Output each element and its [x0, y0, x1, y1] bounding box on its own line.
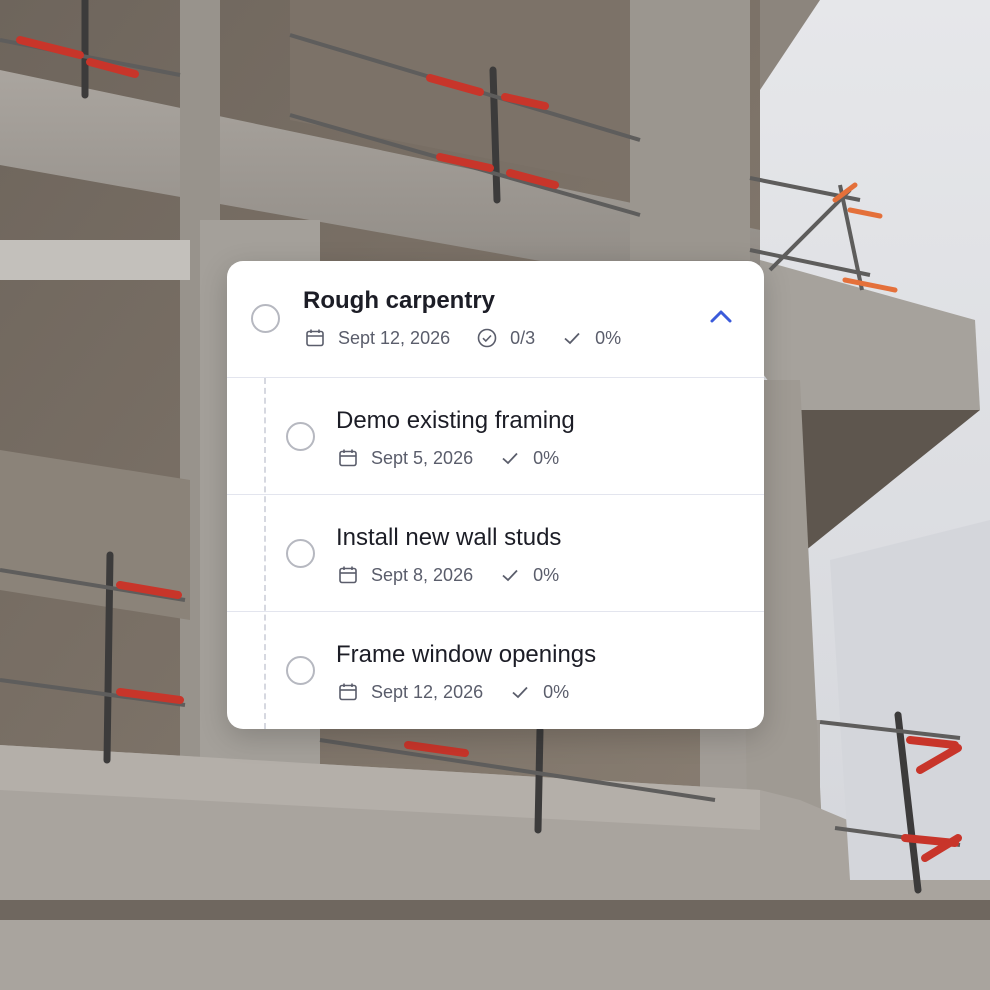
- calendar-icon: [337, 447, 359, 469]
- subtask-meta: Sept 8, 2026 0%: [337, 564, 585, 586]
- parent-task-date: Sept 12, 2026: [338, 327, 451, 348]
- calendar-icon: [304, 327, 326, 349]
- subtask-row[interactable]: Install new wall studs Sept 8, 2026 0%: [227, 495, 764, 612]
- subtask-title: Install new wall studs: [336, 524, 562, 551]
- subtask-date: Sept 8, 2026: [371, 564, 474, 585]
- parent-task-checkbox[interactable]: [251, 304, 280, 333]
- parent-task-progress: 0%: [595, 327, 622, 348]
- subtask-progress: 0%: [533, 447, 560, 468]
- parent-task-row[interactable]: Rough carpentry Sept 12, 2026 0/3 0%: [227, 261, 764, 378]
- subtask-meta: Sept 5, 2026 0%: [337, 447, 585, 469]
- checkmark-icon: [561, 327, 583, 349]
- subtask-title: Demo existing framing: [336, 407, 575, 434]
- chevron-up-icon[interactable]: [708, 306, 734, 326]
- parent-task-meta: Sept 12, 2026 0/3 0%: [304, 327, 647, 349]
- subtask-title: Frame window openings: [336, 641, 597, 668]
- subtask-meta: Sept 12, 2026 0%: [337, 681, 595, 703]
- calendar-icon: [337, 564, 359, 586]
- subtask-row[interactable]: Demo existing framing Sept 5, 2026 0%: [227, 378, 764, 495]
- subtask-progress: 0%: [543, 681, 570, 702]
- subtask-checkbox[interactable]: [286, 539, 315, 568]
- subtask-date: Sept 5, 2026: [371, 447, 474, 468]
- task-card: Rough carpentry Sept 12, 2026 0/3 0% Dem…: [227, 261, 764, 729]
- checkmark-icon: [509, 681, 531, 703]
- subtask-checkbox[interactable]: [286, 422, 315, 451]
- subtask-date: Sept 12, 2026: [371, 681, 484, 702]
- checkmark-icon: [499, 564, 521, 586]
- subtask-row[interactable]: Frame window openings Sept 12, 2026 0%: [227, 612, 764, 728]
- parent-task-title: Rough carpentry: [303, 287, 496, 314]
- subtask-progress: 0%: [533, 564, 560, 585]
- check-circle-icon: [476, 327, 498, 349]
- parent-task-subtask-count: 0/3: [510, 327, 536, 348]
- checkmark-icon: [499, 447, 521, 469]
- subtask-checkbox[interactable]: [286, 656, 315, 685]
- calendar-icon: [337, 681, 359, 703]
